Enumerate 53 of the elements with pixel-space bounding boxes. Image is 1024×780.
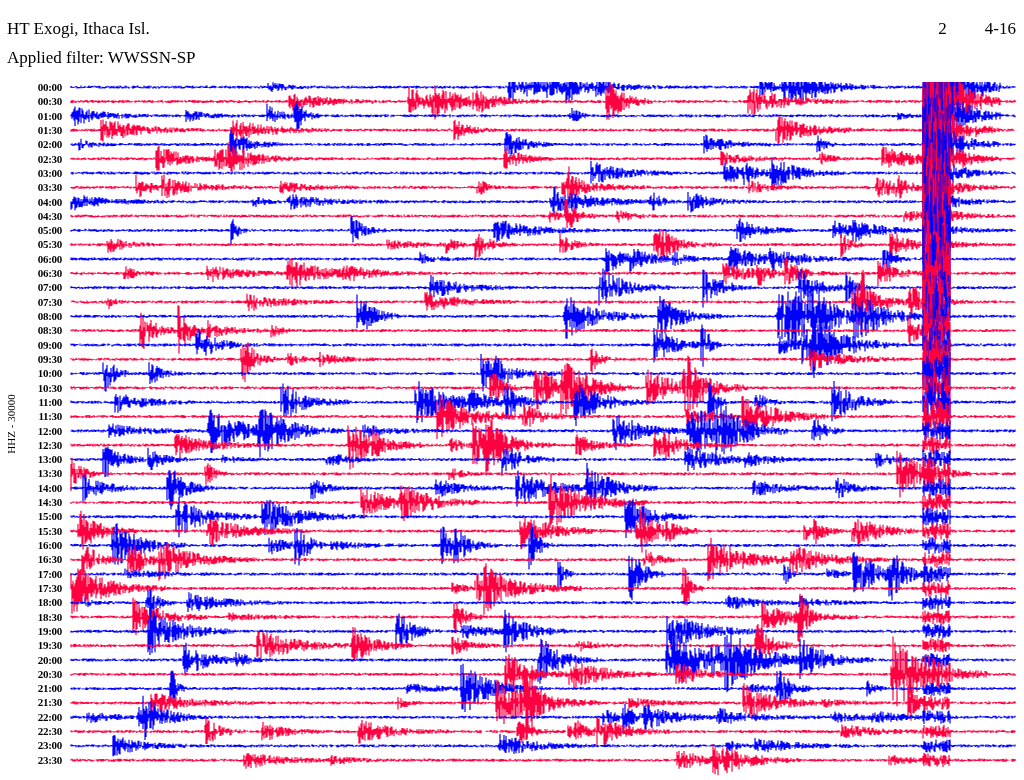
time-label: 18:00 xyxy=(36,595,62,610)
time-label: 19:30 xyxy=(36,638,62,653)
time-label: 07:00 xyxy=(36,280,62,295)
date-text: 4-16 xyxy=(984,19,1016,39)
time-label: 10:00 xyxy=(36,366,62,381)
time-label: 01:30 xyxy=(36,122,62,138)
time-label: 02:00 xyxy=(36,137,62,152)
time-label: 22:00 xyxy=(36,709,62,725)
time-label: 13:30 xyxy=(36,466,62,481)
time-label: 21:30 xyxy=(36,695,62,710)
time-label: 09:00 xyxy=(36,337,62,352)
date-text: 2 xyxy=(938,19,947,39)
time-label: 12:00 xyxy=(36,423,62,438)
time-label: 04:00 xyxy=(36,194,62,209)
time-label: 00:00 xyxy=(36,80,62,95)
time-label: 11:00 xyxy=(37,394,62,410)
time-label: 10:30 xyxy=(36,380,62,395)
time-label: 12:30 xyxy=(36,437,62,453)
time-label: 17:30 xyxy=(36,580,62,596)
time-label: 16:00 xyxy=(36,538,62,553)
time-label: 22:30 xyxy=(36,724,62,739)
time-label: 23:00 xyxy=(36,738,62,753)
filter-label: Applied filter: WWSSN-SP xyxy=(7,48,196,67)
time-label: 00:30 xyxy=(36,94,62,109)
time-label: 05:30 xyxy=(36,237,62,252)
time-label: 14:00 xyxy=(36,480,62,496)
time-label: 09:30 xyxy=(36,351,62,367)
time-label: 07:30 xyxy=(36,294,62,309)
time-label: 15:00 xyxy=(36,509,62,524)
time-label: 20:30 xyxy=(36,666,62,682)
time-label: 16:30 xyxy=(36,552,62,567)
time-label: 06:30 xyxy=(36,266,62,281)
time-label: 18:30 xyxy=(36,609,62,624)
time-label: 15:30 xyxy=(36,523,62,538)
time-label: 06:00 xyxy=(36,251,62,267)
time-label: 20:00 xyxy=(36,652,62,667)
time-label: 08:30 xyxy=(36,323,62,338)
time-label: 08:00 xyxy=(36,309,62,324)
time-label: 11:30 xyxy=(37,409,62,424)
time-label: 04:30 xyxy=(36,208,62,224)
time-label: 02:30 xyxy=(36,151,62,166)
time-label: 21:00 xyxy=(36,681,62,696)
time-label: 03:00 xyxy=(36,165,62,181)
time-label: 01:00 xyxy=(36,108,62,123)
time-label: 05:00 xyxy=(36,223,62,238)
time-label: 17:00 xyxy=(36,566,62,581)
axis-label: HHZ - 30000 xyxy=(5,394,17,454)
time-label: 19:00 xyxy=(36,623,62,639)
time-label: 14:30 xyxy=(36,495,62,510)
time-label: 23:30 xyxy=(36,752,62,767)
station-title: HT Exogi, Ithaca Isl. xyxy=(7,19,150,39)
time-label: 03:30 xyxy=(36,180,62,195)
time-label: 13:00 xyxy=(36,452,62,467)
